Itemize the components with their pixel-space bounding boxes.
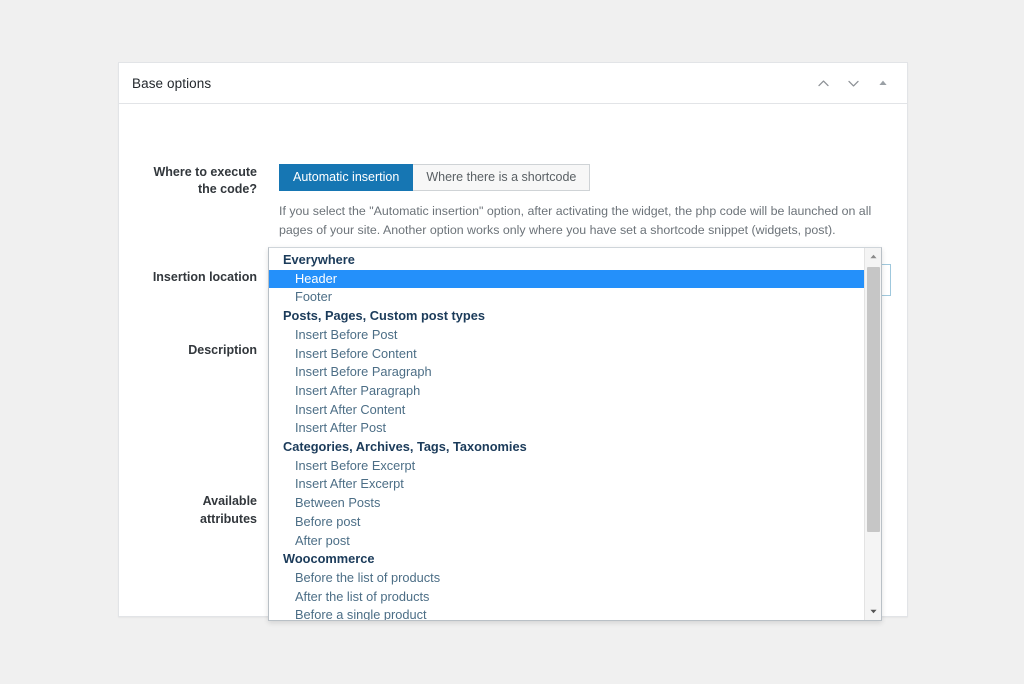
label-where-to-execute-line2: the code? <box>132 181 257 198</box>
tab-where-there-is-a-shortcode[interactable]: Where there is a shortcode <box>413 164 590 191</box>
where-to-execute-control: Automatic insertion Where there is a sho… <box>279 164 590 198</box>
scrollbar-up-arrow-icon[interactable] <box>865 248 881 265</box>
field-row-where-to-execute: Where to execute the code? Automatic ins… <box>132 164 892 198</box>
dropdown-option[interactable]: Before post <box>269 513 864 532</box>
dropdown-option[interactable]: Insert Before Paragraph <box>269 363 864 382</box>
scrollbar-thumb[interactable] <box>867 267 880 532</box>
dropdown-option[interactable]: Before the list of products <box>269 569 864 588</box>
dropdown-option[interactable]: Insert After Post <box>269 419 864 438</box>
dropdown-option[interactable]: Insert After Paragraph <box>269 382 864 401</box>
label-available-attributes: Available attributes <box>132 492 257 528</box>
dropdown-group-header: Categories, Archives, Tags, Taxonomies <box>269 438 864 457</box>
label-where-to-execute: Where to execute the code? <box>132 164 257 198</box>
scrollbar-down-arrow-icon[interactable] <box>865 603 881 620</box>
label-available-attributes-line2: attributes <box>132 510 257 528</box>
dropdown-option[interactable]: Insert Before Content <box>269 345 864 364</box>
dropdown-group-header: Posts, Pages, Custom post types <box>269 307 864 326</box>
dropdown-option-list: EverywhereHeaderFooterPosts, Pages, Cust… <box>269 248 864 620</box>
dropdown-option[interactable]: Insert Before Excerpt <box>269 457 864 476</box>
helper-text-where-to-execute: If you select the "Automatic insertion" … <box>279 202 884 239</box>
page-title: Base options <box>132 76 211 91</box>
dropdown-option[interactable]: Insert After Excerpt <box>269 475 864 494</box>
label-where-to-execute-line1: Where to execute <box>132 164 257 181</box>
label-description: Description <box>132 342 257 359</box>
chevron-up-icon[interactable] <box>809 69 837 97</box>
chevron-down-icon[interactable] <box>839 69 867 97</box>
collapse-triangle-icon[interactable] <box>869 69 897 97</box>
dropdown-option[interactable]: Footer <box>269 288 864 307</box>
dropdown-option[interactable]: Before a single product <box>269 606 864 620</box>
label-insertion-location: Insertion location <box>132 264 257 296</box>
panel-header-actions <box>809 69 897 97</box>
dropdown-option[interactable]: Between Posts <box>269 494 864 513</box>
dropdown-group-header: Woocommerce <box>269 550 864 569</box>
dropdown-group-header: Everywhere <box>269 251 864 270</box>
label-available-attributes-line1: Available <box>132 492 257 510</box>
dropdown-option[interactable]: Header <box>269 270 864 289</box>
scrollbar-track[interactable] <box>865 265 881 603</box>
execute-mode-toggle-group: Automatic insertion Where there is a sho… <box>279 164 590 191</box>
insertion-location-dropdown[interactable]: EverywhereHeaderFooterPosts, Pages, Cust… <box>268 247 882 621</box>
tab-automatic-insertion[interactable]: Automatic insertion <box>279 164 413 191</box>
dropdown-option[interactable]: Insert Before Post <box>269 326 864 345</box>
dropdown-option[interactable]: Insert After Content <box>269 401 864 420</box>
dropdown-scrollbar[interactable] <box>864 248 881 620</box>
dropdown-option[interactable]: After the list of products <box>269 588 864 607</box>
dropdown-option[interactable]: After post <box>269 532 864 551</box>
panel-header: Base options <box>119 63 907 104</box>
